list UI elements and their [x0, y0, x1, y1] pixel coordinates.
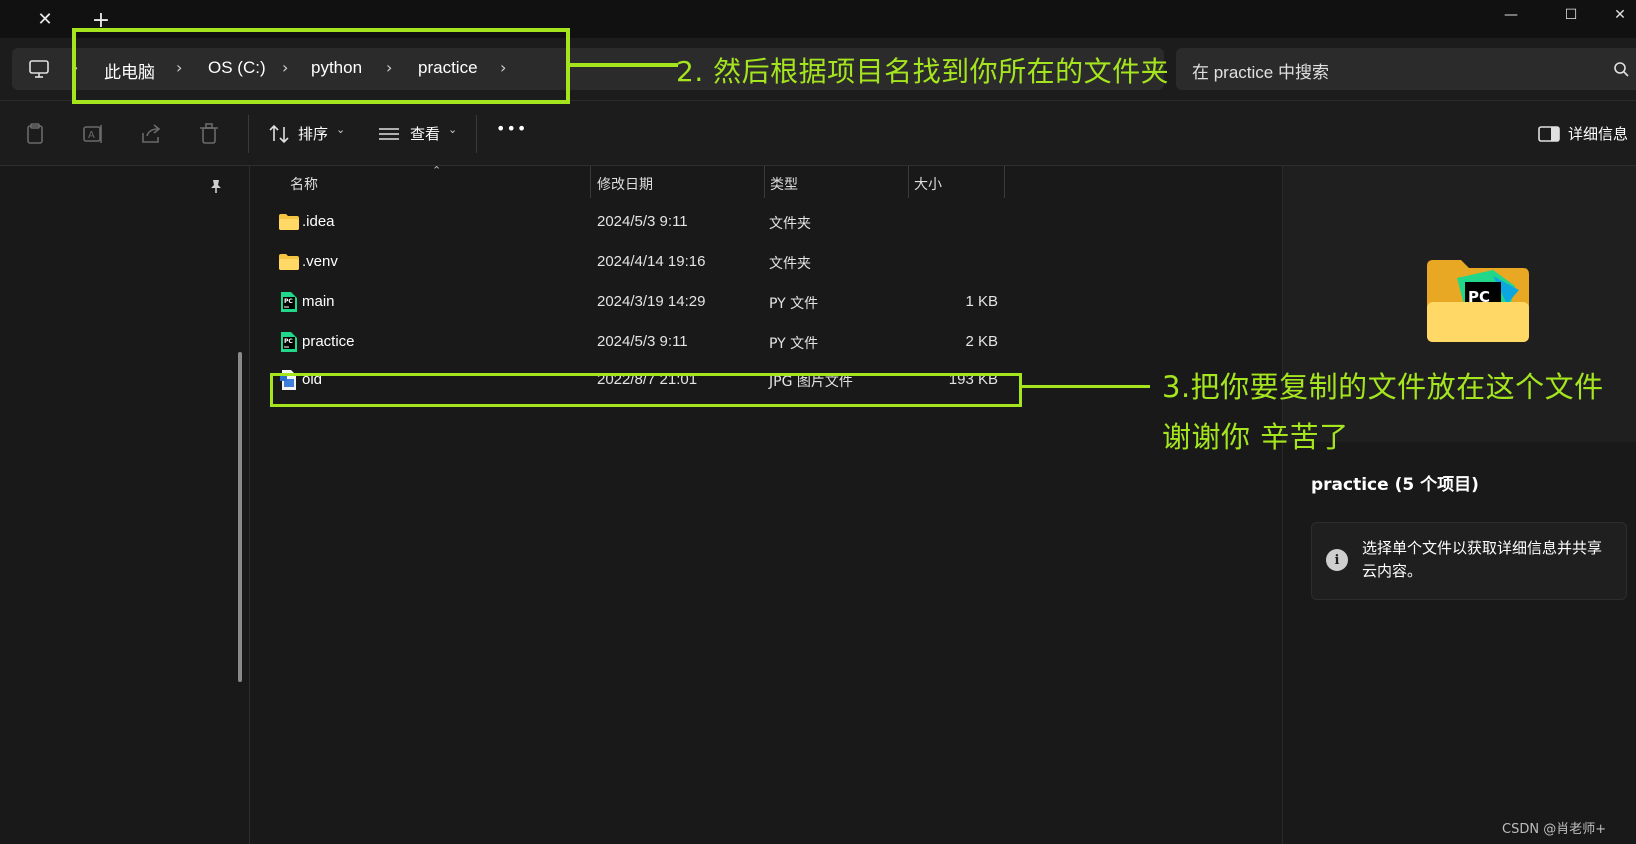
file-type: 文件夹: [769, 216, 811, 232]
toolbar-separator: [248, 115, 249, 153]
watermark: CSDN @肖老师+: [1502, 822, 1607, 837]
column-header-size[interactable]: 大小: [914, 174, 942, 194]
column-header-type[interactable]: 类型: [770, 174, 798, 194]
annotation-box-file: [270, 373, 1022, 407]
folder-icon: [279, 214, 299, 230]
table-row[interactable]: PC practice 2024/5/3 9:11 PY 文件 2 KB: [272, 324, 1002, 360]
file-size: 2 KB: [965, 333, 998, 350]
navigation-pane: [0, 166, 250, 844]
file-modified: 2024/3/19 14:29: [597, 293, 706, 310]
details-info-card: i 选择单个文件以获取详细信息并共享云内容。: [1311, 522, 1627, 600]
svg-text:PC: PC: [284, 338, 293, 345]
file-name: main: [302, 293, 335, 310]
minimize-button[interactable]: —: [1488, 0, 1534, 30]
pin-icon[interactable]: [208, 178, 224, 194]
column-divider[interactable]: [590, 166, 591, 198]
view-button[interactable]: 查看: [410, 123, 440, 144]
paste-icon[interactable]: [22, 121, 48, 147]
file-modified: 2024/5/3 9:11: [597, 213, 688, 230]
more-options-button[interactable]: •••: [496, 119, 527, 138]
file-type: PY 文件: [769, 296, 819, 312]
column-divider[interactable]: [764, 166, 765, 198]
computer-icon: [29, 60, 49, 78]
column-divider[interactable]: [1004, 166, 1005, 198]
command-bar: A 排序 ⌄ 查看 ⌄ ••• 详细信息: [0, 100, 1636, 166]
pycharm-folder-icon: PC: [1427, 260, 1529, 342]
sort-ascending-icon: ⌃: [432, 164, 442, 177]
details-pane: PC practice (5 个项目) i 选择单个文件以获取详细信息并共享云内…: [1282, 166, 1636, 844]
sort-icon[interactable]: [266, 121, 292, 147]
sort-chevron-icon[interactable]: ⌄: [336, 123, 345, 136]
file-name: .venv: [302, 253, 338, 270]
table-row[interactable]: .idea 2024/5/3 9:11 文件夹: [272, 204, 1002, 240]
pycharm-file-icon: PC: [281, 332, 297, 352]
column-header-modified[interactable]: 修改日期: [597, 174, 653, 194]
file-modified: 2024/5/3 9:11: [597, 333, 688, 350]
search-box[interactable]: 在 practice 中搜索: [1176, 48, 1636, 90]
annotation-step2: 2. 然后根据项目名找到你所在的文件夹: [676, 55, 1170, 88]
svg-text:A: A: [88, 130, 95, 141]
search-icon[interactable]: [1612, 60, 1630, 78]
annotation-step3-line2: 谢谢你 辛苦了: [1162, 420, 1349, 454]
file-name: practice: [302, 333, 355, 350]
details-title: practice (5 个项目): [1311, 475, 1479, 495]
annotation-line-address: [570, 63, 678, 67]
nav-scrollbar[interactable]: [238, 352, 242, 682]
file-type: 文件夹: [769, 256, 811, 272]
search-input[interactable]: 在 practice 中搜索: [1192, 58, 1329, 83]
maximize-button[interactable]: ☐: [1548, 0, 1594, 30]
svg-text:PC: PC: [284, 298, 293, 305]
toolbar-separator: [476, 115, 477, 153]
sort-button[interactable]: 排序: [298, 123, 328, 144]
annotation-box-address: [72, 28, 570, 104]
folder-icon: [279, 254, 299, 270]
share-icon[interactable]: [138, 121, 164, 147]
column-header-name[interactable]: 名称: [290, 174, 318, 194]
details-info-text: 选择单个文件以获取详细信息并共享云内容。: [1362, 539, 1603, 580]
close-window-button[interactable]: ✕: [1604, 0, 1636, 30]
table-row[interactable]: .venv 2024/4/14 19:16 文件夹: [272, 244, 1002, 280]
table-row[interactable]: PC main 2024/3/19 14:29 PY 文件 1 KB: [272, 284, 1002, 320]
rename-icon[interactable]: A: [80, 121, 106, 147]
view-icon[interactable]: [376, 121, 402, 147]
file-list: 名称 ⌃ 修改日期 类型 大小 .idea 2024/5/3 9:11 文件夹 …: [252, 164, 1282, 844]
file-size: 1 KB: [965, 293, 998, 310]
file-name: .idea: [302, 213, 335, 230]
tab-close-button[interactable]: ✕: [30, 6, 60, 32]
view-chevron-icon[interactable]: ⌄: [448, 123, 457, 136]
delete-icon[interactable]: [196, 121, 222, 147]
column-divider[interactable]: [908, 166, 909, 198]
details-button[interactable]: 详细信息: [1568, 123, 1628, 144]
pycharm-file-icon: PC: [281, 292, 297, 312]
annotation-line-file: [1022, 385, 1150, 388]
annotation-step3-line1: 3.把你要复制的文件放在这个文件: [1162, 370, 1604, 404]
file-modified: 2024/4/14 19:16: [597, 253, 706, 270]
info-icon: i: [1326, 549, 1348, 571]
file-type: PY 文件: [769, 336, 819, 352]
details-pane-icon[interactable]: [1536, 121, 1562, 147]
